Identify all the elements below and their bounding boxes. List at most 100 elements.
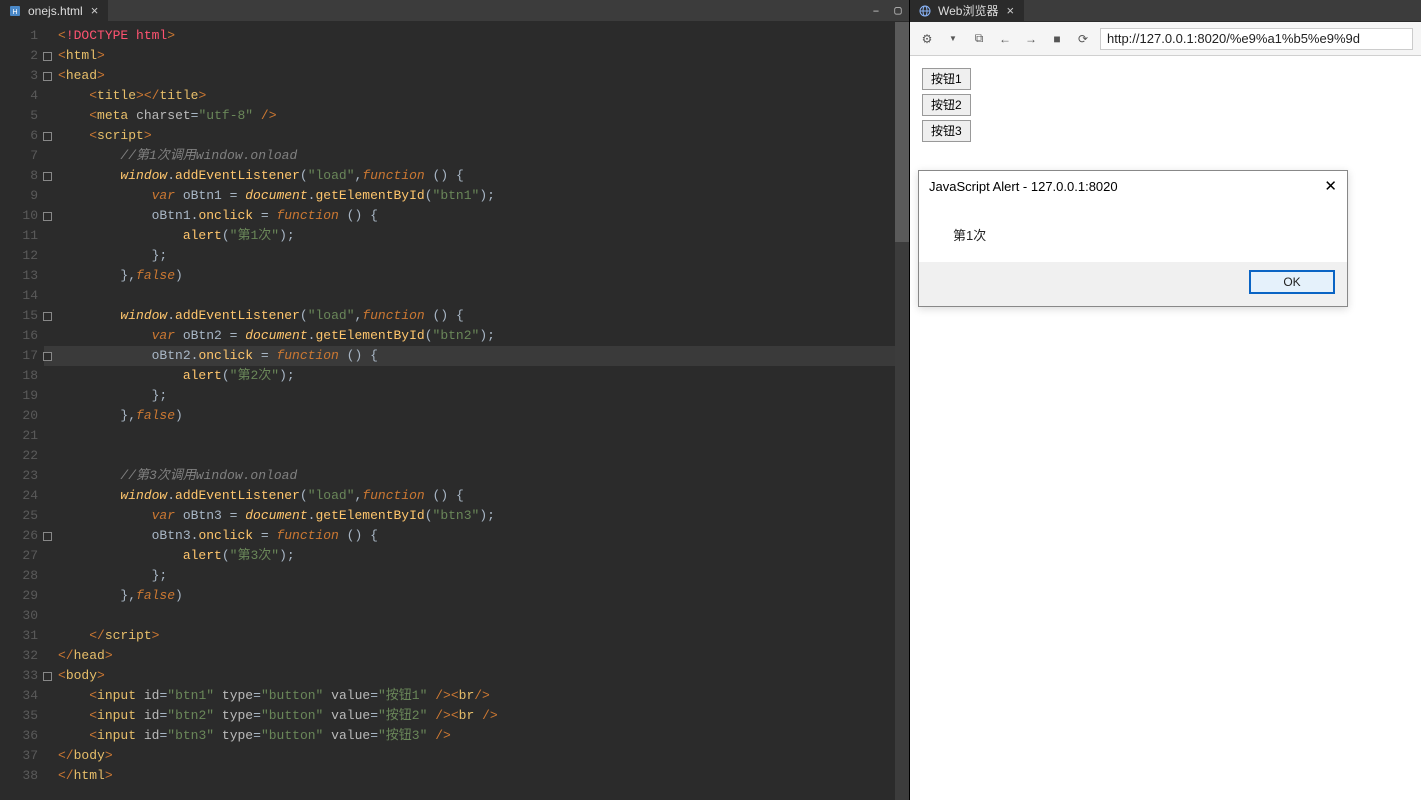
back-icon[interactable]: ←: [996, 30, 1014, 48]
editor-tab-onejs[interactable]: H onejs.html ×: [0, 0, 109, 21]
code-line[interactable]: [44, 446, 895, 466]
code-line[interactable]: <meta charset="utf-8" />: [44, 106, 895, 126]
alert-title: JavaScript Alert - 127.0.0.1:8020: [929, 179, 1118, 194]
code-line[interactable]: [44, 606, 895, 626]
page-button-2[interactable]: 按钮2: [922, 94, 971, 116]
stop-icon[interactable]: ■: [1048, 30, 1066, 48]
code-line[interactable]: </html>: [44, 766, 895, 786]
code-line[interactable]: <html>: [44, 46, 895, 66]
code-line[interactable]: };: [44, 246, 895, 266]
browser-tabbar: Web浏览器 ×: [910, 0, 1421, 22]
rendered-page: 按钮1 按钮2 按钮3 JavaScript Alert - 127.0.0.1:8…: [910, 56, 1421, 800]
line-number: 18: [0, 366, 44, 386]
line-number: 8: [0, 166, 44, 186]
page-button-1[interactable]: 按钮1: [922, 68, 971, 90]
alert-message: 第1次: [919, 201, 1347, 262]
line-number: 12: [0, 246, 44, 266]
code-line[interactable]: <input id="btn1" type="button" value="按钮…: [44, 686, 895, 706]
line-number: 17: [0, 346, 44, 366]
code-line[interactable]: alert("第2次");: [44, 366, 895, 386]
url-text: http://127.0.0.1:8020/%e9%a1%b5%e9%9d: [1107, 31, 1360, 46]
close-icon[interactable]: ✕: [1324, 177, 1337, 195]
code-editor-pane: H onejs.html × – ▢ 123456789101112131415…: [0, 0, 910, 800]
code-line[interactable]: var oBtn2 = document.getElementById("btn…: [44, 326, 895, 346]
line-number: 7: [0, 146, 44, 166]
code-line[interactable]: //第3次调用window.onload: [44, 466, 895, 486]
line-number: 35: [0, 706, 44, 726]
refresh-icon[interactable]: ⟳: [1074, 30, 1092, 48]
line-number: 11: [0, 226, 44, 246]
code-line[interactable]: window.addEventListener("load",function …: [44, 306, 895, 326]
code-line[interactable]: <input id="btn2" type="button" value="按钮…: [44, 706, 895, 726]
code-line[interactable]: };: [44, 386, 895, 406]
editor-body[interactable]: 1234567891011121314151617181920212223242…: [0, 22, 909, 800]
line-number: 33: [0, 666, 44, 686]
line-number: 27: [0, 546, 44, 566]
code-line[interactable]: },false): [44, 266, 895, 286]
code-line[interactable]: <head>: [44, 66, 895, 86]
line-number: 37: [0, 746, 44, 766]
line-number: 6: [0, 126, 44, 146]
chevron-down-icon[interactable]: ▼: [944, 30, 962, 48]
maximize-icon[interactable]: ▢: [887, 0, 909, 21]
html-file-icon: H: [8, 4, 22, 18]
line-number: 2: [0, 46, 44, 66]
popout-icon[interactable]: ⧉: [970, 30, 988, 48]
url-input[interactable]: http://127.0.0.1:8020/%e9%a1%b5%e9%9d: [1100, 28, 1413, 50]
code-line[interactable]: [44, 286, 895, 306]
code-line[interactable]: </script>: [44, 626, 895, 646]
ok-button[interactable]: OK: [1249, 270, 1335, 294]
line-number: 30: [0, 606, 44, 626]
line-number: 4: [0, 86, 44, 106]
alert-titlebar: JavaScript Alert - 127.0.0.1:8020 ✕: [919, 171, 1347, 201]
line-number: 21: [0, 426, 44, 446]
code-line[interactable]: <input id="btn3" type="button" value="按钮…: [44, 726, 895, 746]
line-number: 34: [0, 686, 44, 706]
code-line[interactable]: <body>: [44, 666, 895, 686]
line-number: 10: [0, 206, 44, 226]
line-gutter: 1234567891011121314151617181920212223242…: [0, 22, 44, 800]
code-line[interactable]: alert("第3次");: [44, 546, 895, 566]
code-line[interactable]: <title></title>: [44, 86, 895, 106]
code-line[interactable]: var oBtn3 = document.getElementById("btn…: [44, 506, 895, 526]
editor-tab-label: onejs.html: [28, 4, 83, 18]
code-line[interactable]: <!DOCTYPE html>: [44, 26, 895, 46]
line-number: 26: [0, 526, 44, 546]
code-line[interactable]: <script>: [44, 126, 895, 146]
code-line[interactable]: //第1次调用window.onload: [44, 146, 895, 166]
code-line[interactable]: </head>: [44, 646, 895, 666]
line-number: 3: [0, 66, 44, 86]
line-number: 25: [0, 506, 44, 526]
code-line[interactable]: [44, 426, 895, 446]
code-line[interactable]: };: [44, 566, 895, 586]
code-line[interactable]: },false): [44, 406, 895, 426]
code-line[interactable]: oBtn1.onclick = function () {: [44, 206, 895, 226]
code-line[interactable]: var oBtn1 = document.getElementById("btn…: [44, 186, 895, 206]
browser-tab[interactable]: Web浏览器 ×: [910, 0, 1025, 21]
close-icon[interactable]: ×: [1004, 3, 1016, 18]
scrollbar-thumb[interactable]: [895, 22, 909, 242]
vertical-scrollbar[interactable]: [895, 22, 909, 800]
code-line[interactable]: window.addEventListener("load",function …: [44, 486, 895, 506]
forward-icon[interactable]: →: [1022, 30, 1040, 48]
line-number: 22: [0, 446, 44, 466]
code-line[interactable]: oBtn2.onclick = function () {: [44, 346, 895, 366]
line-number: 15: [0, 306, 44, 326]
line-number: 36: [0, 726, 44, 746]
line-number: 29: [0, 586, 44, 606]
editor-tabbar: H onejs.html × – ▢: [0, 0, 909, 22]
code-line[interactable]: oBtn3.onclick = function () {: [44, 526, 895, 546]
code-area[interactable]: <!DOCTYPE html><html><head> <title></tit…: [44, 22, 895, 800]
page-button-3[interactable]: 按钮3: [922, 120, 971, 142]
code-line[interactable]: </body>: [44, 746, 895, 766]
close-icon[interactable]: ×: [89, 3, 101, 18]
line-number: 20: [0, 406, 44, 426]
line-number: 5: [0, 106, 44, 126]
line-number: 38: [0, 766, 44, 786]
gear-icon[interactable]: ⚙: [918, 30, 936, 48]
code-line[interactable]: alert("第1次");: [44, 226, 895, 246]
minimize-icon[interactable]: –: [865, 0, 887, 21]
line-number: 31: [0, 626, 44, 646]
code-line[interactable]: },false): [44, 586, 895, 606]
code-line[interactable]: window.addEventListener("load",function …: [44, 166, 895, 186]
